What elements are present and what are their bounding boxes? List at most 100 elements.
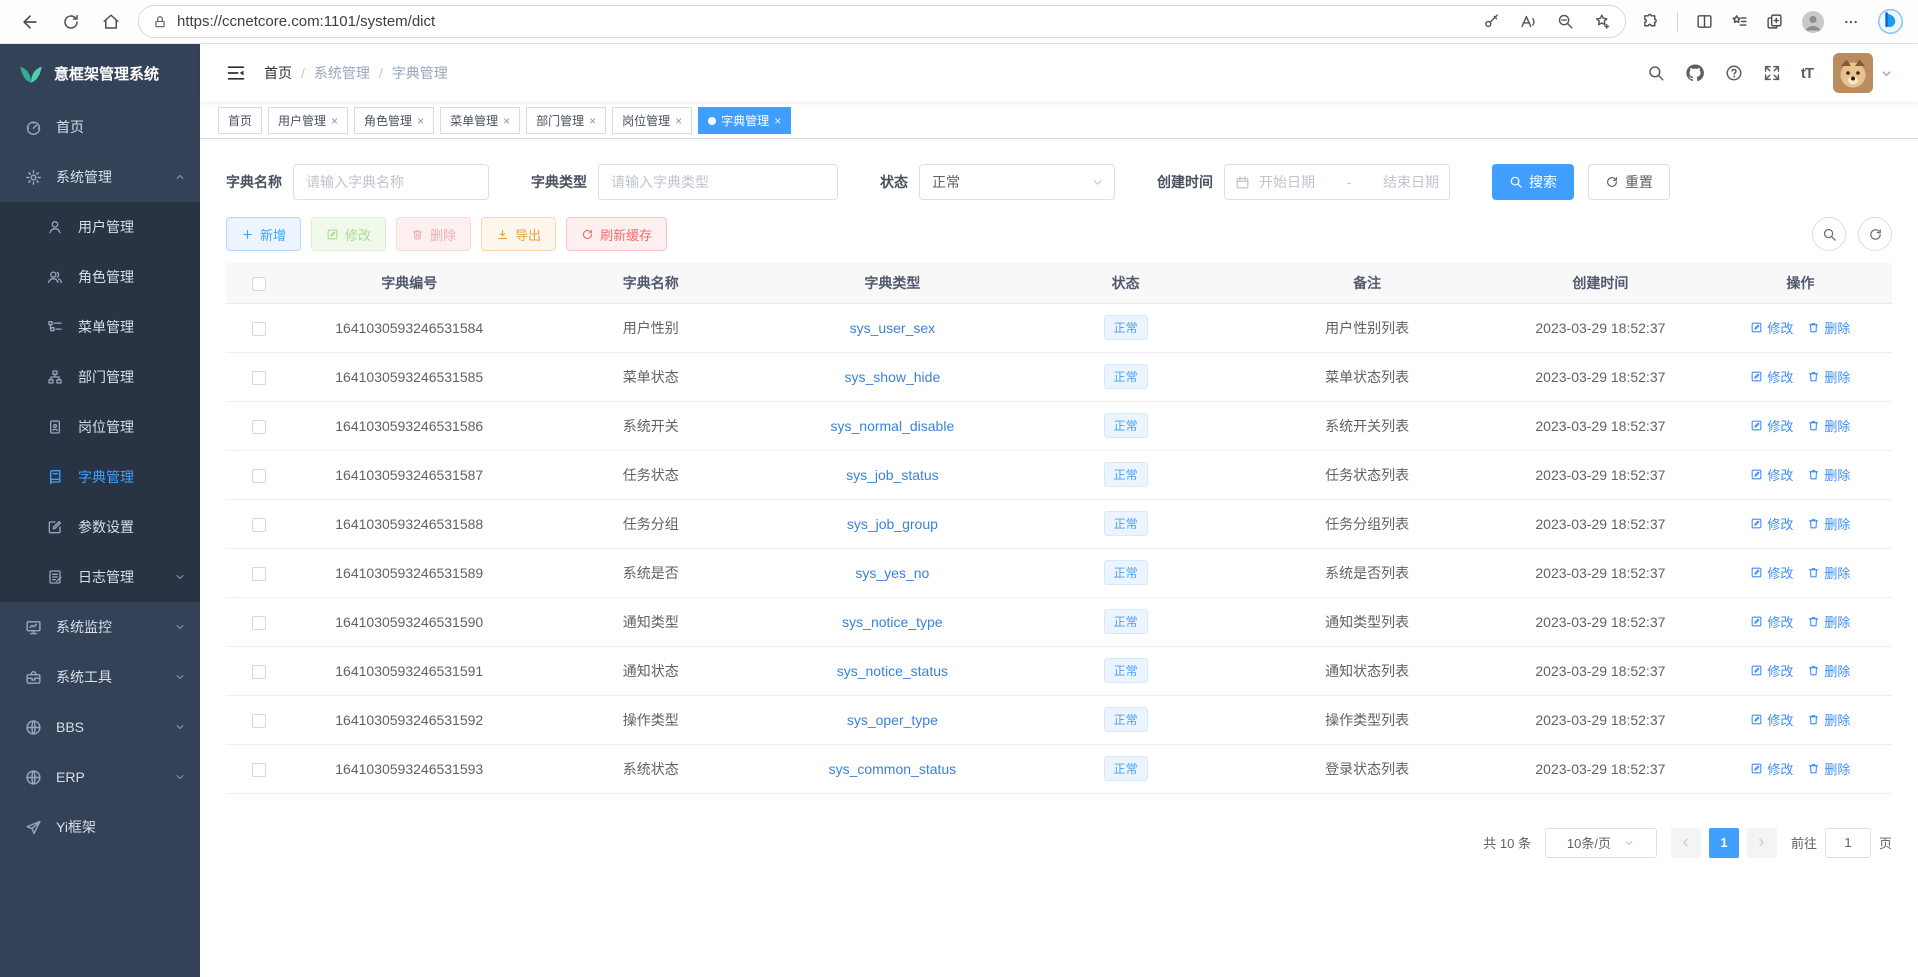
sidebar-item-users[interactable]: 用户管理	[0, 202, 200, 252]
sidebar-item-home[interactable]: 首页	[0, 102, 200, 152]
row-checkbox[interactable]	[252, 616, 266, 630]
sidebar-item-yiframework[interactable]: Yi框架	[0, 802, 200, 852]
row-edit-link[interactable]: 修改	[1750, 612, 1793, 631]
user-menu[interactable]	[1833, 53, 1892, 93]
sidebar-item-erp[interactable]: ERP	[0, 752, 200, 802]
status-select[interactable]: 正常	[919, 164, 1115, 200]
edit-button[interactable]: 修改	[311, 217, 386, 251]
tab-menu-management[interactable]: 菜单管理×	[440, 107, 520, 134]
sidebar-item-logs[interactable]: 日志管理	[0, 552, 200, 602]
tab-home[interactable]: 首页	[218, 107, 262, 134]
close-icon[interactable]: ×	[503, 115, 510, 127]
tab-role-management[interactable]: 角色管理×	[354, 107, 434, 134]
reset-button[interactable]: 重置	[1588, 164, 1670, 200]
row-edit-link[interactable]: 修改	[1750, 514, 1793, 533]
collections-icon[interactable]	[1766, 13, 1783, 30]
dict-type-link[interactable]: sys_job_group	[847, 516, 938, 532]
dict-type-link[interactable]: sys_yes_no	[855, 565, 929, 581]
row-edit-link[interactable]: 修改	[1750, 563, 1793, 582]
favorites-bar-icon[interactable]	[1731, 13, 1748, 30]
row-edit-link[interactable]: 修改	[1750, 318, 1793, 337]
close-icon[interactable]: ×	[331, 115, 338, 127]
row-delete-link[interactable]: 删除	[1807, 367, 1850, 386]
refresh-table-button[interactable]	[1858, 217, 1892, 251]
current-page[interactable]: 1	[1709, 828, 1739, 858]
search-icon[interactable]	[1647, 64, 1665, 82]
more-icon[interactable]	[1843, 14, 1859, 30]
row-checkbox[interactable]	[252, 665, 266, 679]
delete-button[interactable]: 删除	[396, 217, 471, 251]
read-aloud-icon[interactable]	[1520, 13, 1537, 30]
sidebar-item-roles[interactable]: 角色管理	[0, 252, 200, 302]
key-icon[interactable]	[1483, 13, 1500, 30]
fullscreen-icon[interactable]	[1763, 64, 1781, 82]
row-delete-link[interactable]: 删除	[1807, 661, 1850, 680]
search-button[interactable]: 搜索	[1492, 164, 1574, 200]
export-button[interactable]: 导出	[481, 217, 556, 251]
row-checkbox[interactable]	[252, 469, 266, 483]
tab-user-management[interactable]: 用户管理×	[268, 107, 348, 134]
split-screen-icon[interactable]	[1696, 13, 1713, 30]
close-icon[interactable]: ×	[417, 115, 424, 127]
toggle-search-button[interactable]	[1812, 217, 1846, 251]
row-edit-link[interactable]: 修改	[1750, 759, 1793, 778]
row-checkbox[interactable]	[252, 322, 266, 336]
refresh-cache-button[interactable]: 刷新缓存	[566, 217, 667, 251]
sidebar-item-parameters[interactable]: 参数设置	[0, 502, 200, 552]
row-checkbox[interactable]	[252, 714, 266, 728]
sidebar-toggle-icon[interactable]	[226, 63, 246, 83]
dict-type-link[interactable]: sys_job_status	[846, 467, 939, 483]
sidebar-item-dictionary[interactable]: 字典管理	[0, 452, 200, 502]
row-delete-link[interactable]: 删除	[1807, 318, 1850, 337]
row-delete-link[interactable]: 删除	[1807, 514, 1850, 533]
select-all-checkbox[interactable]	[252, 277, 266, 291]
dict-type-link[interactable]: sys_notice_status	[837, 663, 948, 679]
close-icon[interactable]: ×	[589, 115, 596, 127]
row-delete-link[interactable]: 删除	[1807, 563, 1850, 582]
dict-type-link[interactable]: sys_common_status	[829, 761, 957, 777]
sidebar-item-posts[interactable]: 岗位管理	[0, 402, 200, 452]
row-delete-link[interactable]: 删除	[1807, 465, 1850, 484]
tab-department-management[interactable]: 部门管理×	[526, 107, 606, 134]
row-checkbox[interactable]	[252, 420, 266, 434]
sidebar-item-menus[interactable]: 菜单管理	[0, 302, 200, 352]
date-range-picker[interactable]: 开始日期 - 结束日期	[1224, 164, 1450, 200]
favorite-add-icon[interactable]	[1594, 13, 1611, 30]
sidebar-item-monitor[interactable]: 系统监控	[0, 602, 200, 652]
copilot-icon[interactable]	[1877, 8, 1904, 35]
lock-icon[interactable]	[153, 15, 167, 29]
row-delete-link[interactable]: 删除	[1807, 759, 1850, 778]
reload-icon[interactable]	[62, 13, 80, 31]
row-edit-link[interactable]: 修改	[1750, 465, 1793, 484]
row-delete-link[interactable]: 删除	[1807, 710, 1850, 729]
sidebar-item-tools[interactable]: 系统工具	[0, 652, 200, 702]
user-avatar[interactable]	[1833, 53, 1873, 93]
extensions-icon[interactable]	[1642, 13, 1659, 30]
dict-type-link[interactable]: sys_normal_disable	[831, 418, 955, 434]
dict-type-link[interactable]: sys_user_sex	[850, 320, 936, 336]
tab-post-management[interactable]: 岗位管理×	[612, 107, 692, 134]
prev-page-button[interactable]	[1671, 828, 1701, 858]
row-edit-link[interactable]: 修改	[1750, 367, 1793, 386]
home-icon[interactable]	[102, 13, 120, 31]
dict-type-link[interactable]: sys_show_hide	[845, 369, 941, 385]
dict-type-input[interactable]	[598, 164, 838, 200]
zoom-out-icon[interactable]	[1557, 13, 1574, 30]
row-edit-link[interactable]: 修改	[1750, 416, 1793, 435]
row-delete-link[interactable]: 删除	[1807, 416, 1850, 435]
sidebar-item-bbs[interactable]: BBS	[0, 702, 200, 752]
dict-type-link[interactable]: sys_notice_type	[842, 614, 942, 630]
add-button[interactable]: 新增	[226, 217, 301, 251]
row-checkbox[interactable]	[252, 518, 266, 532]
breadcrumb-home[interactable]: 首页	[264, 63, 292, 83]
tab-dictionary-management[interactable]: 字典管理×	[698, 107, 791, 134]
profile-icon[interactable]	[1801, 10, 1825, 34]
goto-page-input[interactable]	[1825, 828, 1871, 858]
font-size-icon[interactable]: tT	[1801, 65, 1813, 82]
row-checkbox[interactable]	[252, 763, 266, 777]
close-icon[interactable]: ×	[675, 115, 682, 127]
row-edit-link[interactable]: 修改	[1750, 710, 1793, 729]
row-checkbox[interactable]	[252, 371, 266, 385]
close-icon[interactable]: ×	[774, 115, 781, 127]
row-delete-link[interactable]: 删除	[1807, 612, 1850, 631]
